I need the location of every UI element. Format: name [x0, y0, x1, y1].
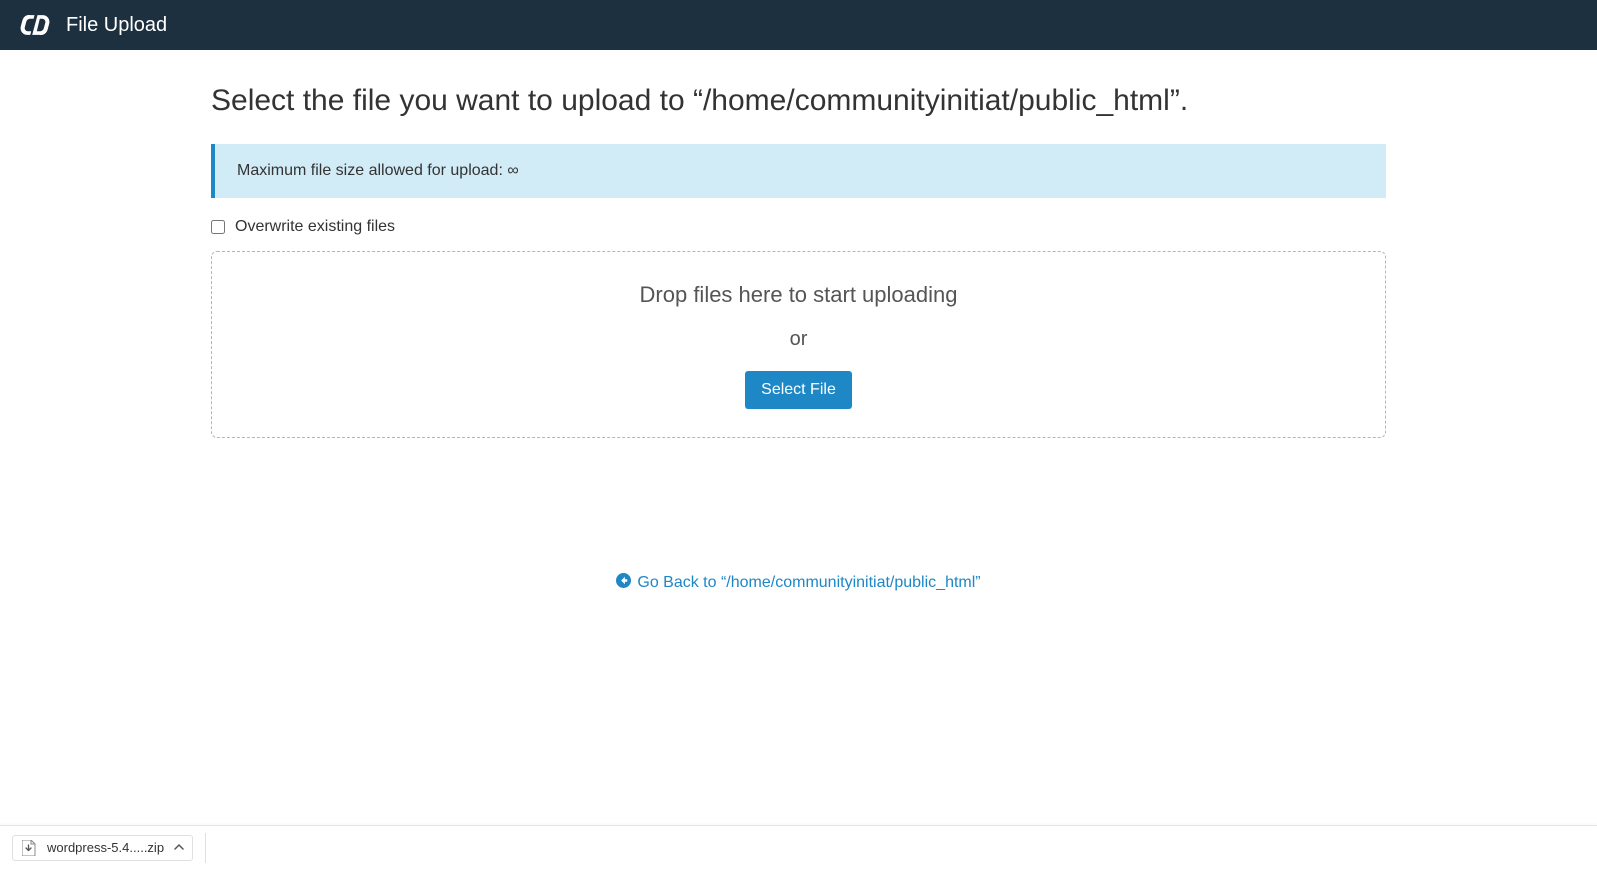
- overwrite-checkbox-row[interactable]: Overwrite existing files: [211, 218, 1386, 236]
- or-text: or: [232, 328, 1365, 351]
- go-back-container: Go Back to “/home/communityinitiat/publi…: [211, 573, 1386, 593]
- cpanel-logo-icon: [20, 15, 50, 36]
- download-filename: wordpress-5.4.....zip: [47, 840, 164, 855]
- page-title-navbar: File Upload: [66, 14, 167, 37]
- heading-path: “/home/communityinitiat/public_html”.: [693, 84, 1188, 117]
- overwrite-label: Overwrite existing files: [235, 218, 395, 236]
- chevron-up-icon[interactable]: [174, 840, 184, 855]
- page-heading: Select the file you want to upload to “/…: [211, 84, 1386, 118]
- download-item[interactable]: wordpress-5.4.....zip: [12, 835, 193, 861]
- info-alert: Maximum file size allowed for upload: ∞: [211, 144, 1386, 198]
- select-file-button[interactable]: Select File: [745, 371, 852, 409]
- go-back-text: Go Back to “/home/communityinitiat/publi…: [637, 574, 980, 592]
- dropzone[interactable]: Drop files here to start uploading or Se…: [211, 251, 1386, 438]
- main-container: Select the file you want to upload to “/…: [211, 50, 1386, 593]
- file-icon: [21, 840, 37, 856]
- browser-download-bar: wordpress-5.4.....zip: [0, 825, 1597, 869]
- download-divider: [205, 833, 206, 863]
- overwrite-checkbox[interactable]: [211, 220, 225, 234]
- heading-prefix: Select the file you want to upload to: [211, 84, 693, 117]
- navbar: File Upload: [0, 0, 1597, 50]
- info-text: Maximum file size allowed for upload: ∞: [237, 162, 519, 179]
- drop-text: Drop files here to start uploading: [232, 282, 1365, 308]
- arrow-left-circle-icon: [616, 573, 631, 593]
- go-back-link[interactable]: Go Back to “/home/communityinitiat/publi…: [616, 573, 980, 593]
